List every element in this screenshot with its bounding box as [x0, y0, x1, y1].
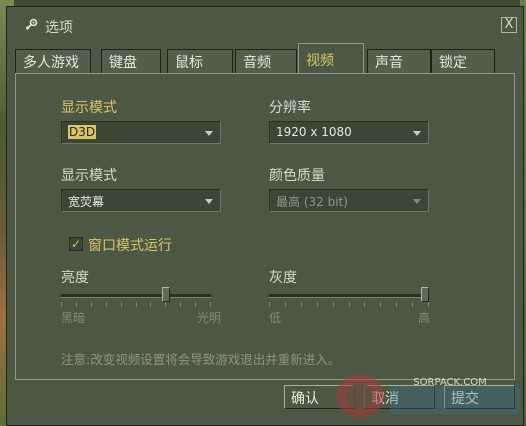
- gamma-slider-track[interactable]: [269, 294, 429, 298]
- brightness-slider-track[interactable]: [61, 294, 211, 298]
- gamma-ticks: [269, 302, 429, 308]
- tab-audio[interactable]: 音频: [235, 49, 297, 73]
- display-mode-dropdown[interactable]: D3D: [61, 121, 221, 144]
- ok-button[interactable]: 确认: [284, 385, 355, 409]
- cancel-button[interactable]: 取消: [364, 385, 435, 409]
- resolution-value: 1920 x 1080: [276, 125, 352, 139]
- gamma-label: 灰度: [269, 270, 297, 286]
- tab-bar: 多人游戏 键盘 鼠标 音频 视频 声音 锁定: [15, 43, 515, 74]
- slider-tick: [150, 302, 151, 307]
- slider-tick: [106, 302, 107, 307]
- slider-tick: [76, 302, 77, 307]
- aspect-ratio-value: 宽荧幕: [68, 195, 105, 209]
- tab-mouse[interactable]: 鼠标: [167, 49, 233, 73]
- windowed-mode-label[interactable]: 窗口模式运行: [88, 235, 172, 255]
- chevron-down-icon: [205, 131, 213, 136]
- brightness-max-label: 光明: [197, 311, 222, 325]
- slider-tick: [121, 302, 122, 307]
- slider-tick: [269, 302, 270, 307]
- slider-tick: [180, 302, 181, 307]
- resolution-dropdown[interactable]: 1920 x 1080: [269, 121, 429, 144]
- tab-video[interactable]: 视频: [298, 43, 364, 74]
- slider-tick: [136, 302, 137, 307]
- slider-tick: [396, 302, 397, 307]
- slider-tick: [301, 302, 302, 307]
- slider-tick: [412, 302, 413, 307]
- steam-icon: [26, 18, 38, 30]
- chevron-down-icon: [413, 131, 421, 136]
- brightness-min-label: 黑暗: [61, 311, 86, 325]
- video-settings-panel: 显示模式 D3D 分辨率 1920 x 1080 显示模式 宽荧幕 颜色质量 最…: [15, 73, 515, 380]
- title-bar[interactable]: 选项 X: [7, 7, 523, 41]
- gamma-min-label: 低: [269, 311, 282, 325]
- color-quality-value: 最高 (32 bit): [276, 195, 348, 209]
- slider-tick: [210, 302, 211, 307]
- chevron-down-icon: [205, 199, 213, 204]
- resolution-label: 分辨率: [269, 100, 311, 116]
- slider-tick: [380, 302, 381, 307]
- slider-tick: [317, 302, 318, 307]
- tab-lock[interactable]: 锁定: [431, 49, 495, 73]
- slider-tick: [428, 302, 429, 307]
- slider-tick: [61, 302, 62, 307]
- slider-tick: [364, 302, 365, 307]
- brightness-slider-handle[interactable]: [162, 287, 170, 302]
- window-title: 选项: [45, 20, 73, 36]
- brightness-label: 亮度: [61, 270, 89, 286]
- aspect-ratio-dropdown[interactable]: 宽荧幕: [61, 189, 221, 212]
- color-quality-label: 颜色质量: [269, 168, 325, 184]
- aspect-ratio-label: 显示模式: [61, 168, 117, 184]
- tab-keyboard[interactable]: 键盘: [101, 49, 161, 73]
- close-button[interactable]: X: [501, 17, 517, 33]
- slider-tick: [285, 302, 286, 307]
- tab-voice[interactable]: 声音: [367, 49, 431, 73]
- chevron-down-icon: [413, 199, 421, 204]
- gamma-max-label: 高: [418, 311, 431, 325]
- display-mode-label: 显示模式: [61, 100, 117, 116]
- apply-button[interactable]: 提交: [444, 385, 515, 409]
- slider-tick: [165, 302, 166, 307]
- windowed-mode-checkbox[interactable]: ✓: [69, 237, 83, 251]
- gamma-slider-handle[interactable]: [421, 287, 429, 302]
- tab-multiplayer[interactable]: 多人游戏: [15, 49, 91, 73]
- display-mode-value: D3D: [68, 125, 97, 139]
- slider-tick: [349, 302, 350, 307]
- options-dialog: 选项 X 多人游戏 键盘 鼠标 音频 视频 声音 锁定 显示模式 D3D 分辨率…: [6, 6, 524, 426]
- brightness-ticks: [61, 302, 211, 308]
- slider-tick: [195, 302, 196, 307]
- slider-tick: [333, 302, 334, 307]
- color-quality-dropdown: 最高 (32 bit): [269, 189, 429, 212]
- slider-tick: [91, 302, 92, 307]
- restart-notice: 注意:改变视频设置将会导致游戏退出并重新进入。: [61, 352, 341, 367]
